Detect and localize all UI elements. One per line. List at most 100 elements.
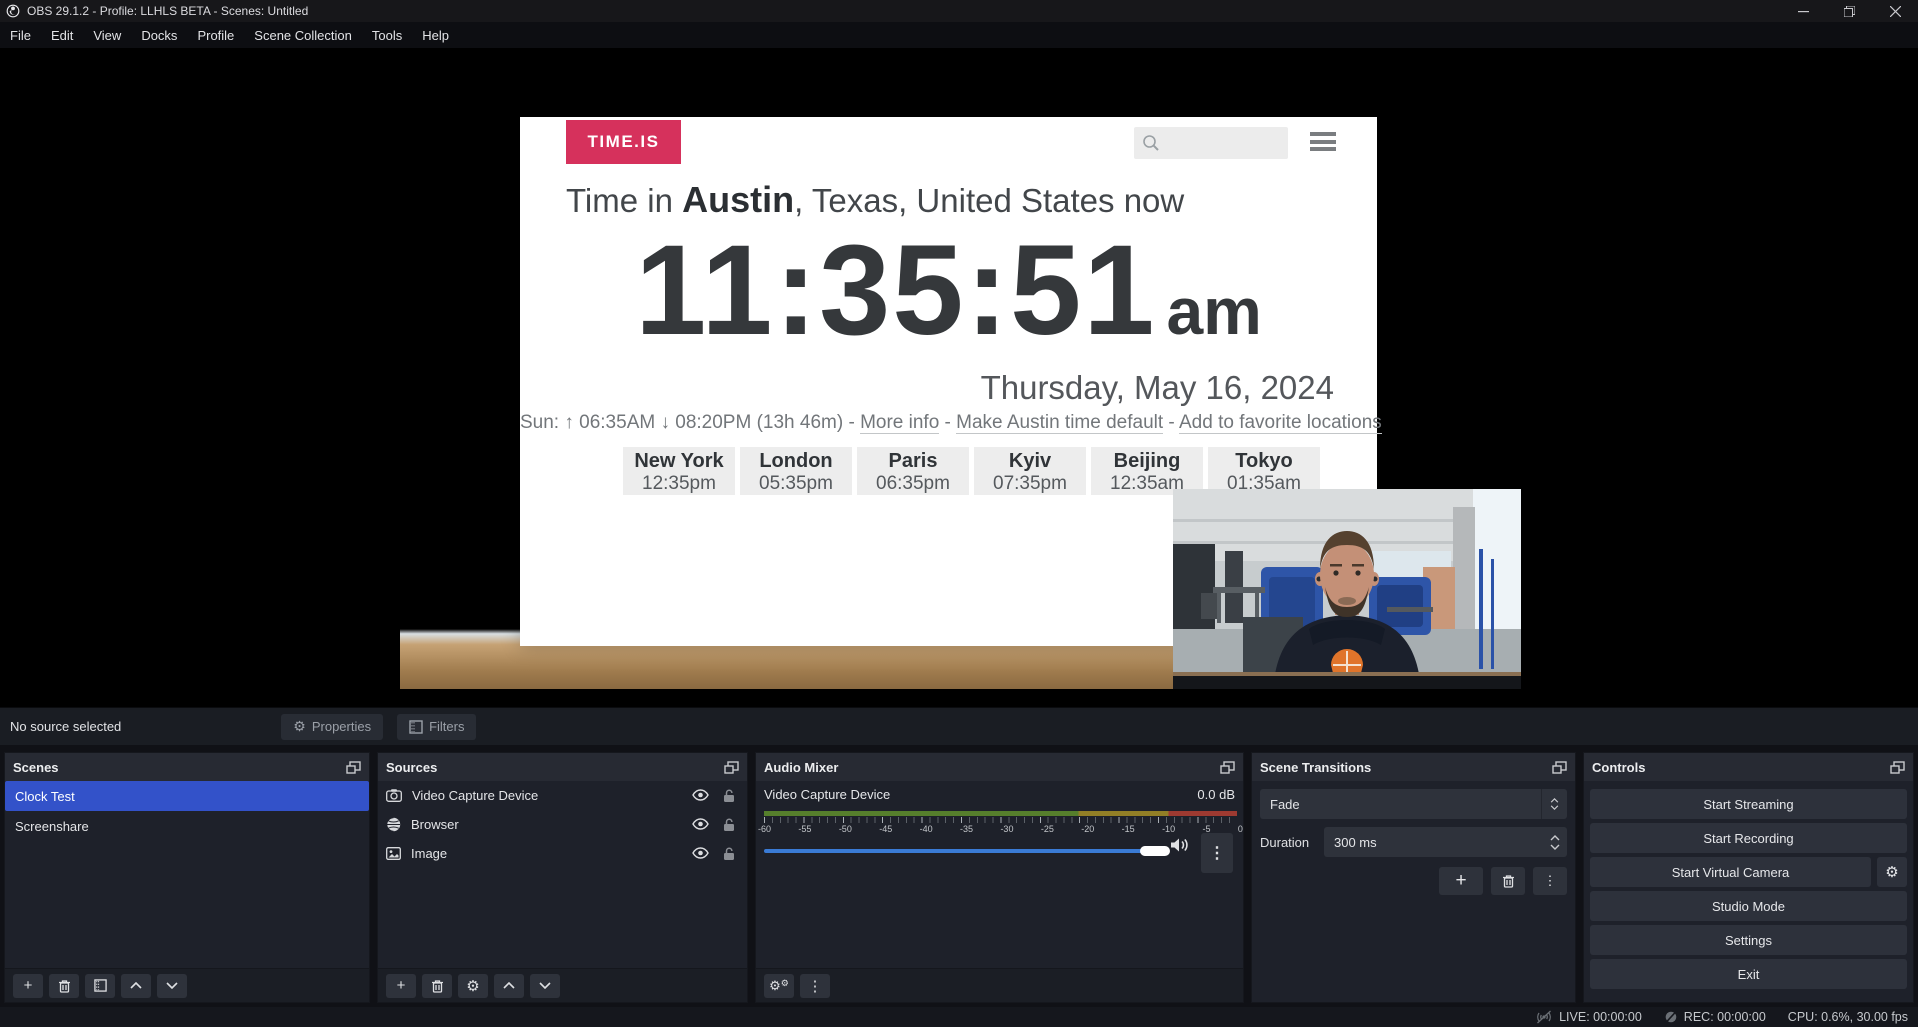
gear-icon: ⚙ (293, 718, 306, 735)
source-item-image[interactable]: Image (378, 839, 747, 868)
menu-file[interactable]: File (0, 24, 41, 47)
lock-icon[interactable] (723, 847, 735, 861)
chevron-down-icon (166, 982, 178, 989)
volume-meter (764, 811, 1237, 816)
popout-icon[interactable] (1220, 761, 1235, 774)
properties-button[interactable]: ⚙ Properties (281, 714, 383, 740)
studio-mode-button[interactable]: Studio Mode (1590, 891, 1907, 921)
move-source-up-button[interactable] (494, 974, 524, 998)
advanced-audio-button[interactable]: ⚙⚙ (764, 974, 794, 998)
tick-label: -55 (798, 824, 811, 834)
obs-logo-icon (6, 4, 20, 18)
virtual-camera-config-button[interactable]: ⚙ (1877, 857, 1907, 887)
close-button[interactable] (1872, 0, 1918, 22)
chevron-up-icon (503, 982, 515, 989)
visibility-icon[interactable] (692, 818, 709, 830)
menu-edit[interactable]: Edit (41, 24, 83, 47)
city-card-paris: Paris 06:35pm (857, 447, 969, 495)
start-virtual-camera-button[interactable]: Start Virtual Camera (1590, 857, 1871, 887)
popout-icon[interactable] (346, 761, 361, 774)
speaker-icon[interactable] (1170, 837, 1190, 853)
visibility-icon[interactable] (692, 847, 709, 859)
source-item-video-capture[interactable]: Video Capture Device (378, 781, 747, 810)
lock-icon[interactable] (723, 818, 735, 832)
sources-panel: Sources Video Capture Device (377, 752, 748, 1003)
move-source-down-button[interactable] (530, 974, 560, 998)
settings-button[interactable]: Settings (1590, 925, 1907, 955)
menu-tools[interactable]: Tools (362, 24, 412, 47)
program-canvas[interactable]: TIME.IS Time in Austin, Texas, United St… (400, 55, 1521, 689)
add-source-button[interactable]: + (386, 974, 416, 998)
duration-row: Duration 300 ms (1260, 827, 1567, 857)
popout-icon[interactable] (1552, 761, 1567, 774)
add-transition-button[interactable]: + (1439, 867, 1483, 895)
transition-select[interactable]: Fade (1260, 789, 1567, 819)
city-name: Beijing (1091, 450, 1203, 473)
remove-source-button[interactable] (422, 974, 452, 998)
transition-options-button[interactable]: ⋮ (1533, 867, 1567, 895)
source-item-browser[interactable]: Browser (378, 810, 747, 839)
stream-inactive-icon (1535, 1010, 1553, 1024)
city-times-row: New York 12:35pm London 05:35pm Paris 06… (623, 447, 1320, 495)
chevron-up-icon (1550, 835, 1560, 841)
popout-icon[interactable] (724, 761, 739, 774)
restore-button[interactable] (1826, 0, 1872, 22)
scene-filters-button[interactable] (85, 974, 115, 998)
mixer-menu-button[interactable]: ⋮ (800, 974, 830, 998)
scenes-panel: Scenes Clock Test Screenshare + (4, 752, 370, 1003)
status-bar: LIVE: 00:00:00 REC: 00:00:00 CPU: 0.6%, … (0, 1007, 1918, 1027)
city-card-kyiv: Kyiv 07:35pm (974, 447, 1086, 495)
tick-label: -30 (1000, 824, 1013, 834)
tick-label: -50 (839, 824, 852, 834)
sources-title: Sources (386, 760, 437, 775)
minimize-button[interactable] (1780, 0, 1826, 22)
move-scene-up-button[interactable] (121, 974, 151, 998)
menu-scene-collection[interactable]: Scene Collection (244, 24, 362, 47)
combo-arrows (1541, 789, 1567, 819)
tick-label: -20 (1081, 824, 1094, 834)
separator: - (939, 412, 956, 433)
visibility-icon[interactable] (692, 789, 709, 801)
exit-button[interactable]: Exit (1590, 959, 1907, 989)
remove-transition-button[interactable] (1491, 867, 1525, 895)
chevron-down-icon (1550, 805, 1559, 810)
scene-item-screenshare[interactable]: Screenshare (5, 811, 369, 841)
clock-meridiem: am (1166, 273, 1261, 349)
scene-item-clock-test[interactable]: Clock Test (5, 781, 369, 811)
menu-view[interactable]: View (83, 24, 131, 47)
popout-icon[interactable] (1890, 761, 1905, 774)
city-time: 05:35pm (740, 473, 852, 495)
filters-button[interactable]: Filters (397, 714, 476, 740)
city-time: 06:35pm (857, 473, 969, 495)
spin-arrows[interactable] (1543, 835, 1567, 850)
more-info-link: More info (860, 412, 939, 434)
dock-area: Scenes Clock Test Screenshare + (0, 745, 1918, 1007)
move-scene-down-button[interactable] (157, 974, 187, 998)
heading-prefix: Time in (566, 182, 682, 219)
start-streaming-button[interactable]: Start Streaming (1590, 789, 1907, 819)
separator: - (843, 412, 860, 433)
cpu-fps-stats: CPU: 0.6%, 30.00 fps (1788, 1010, 1908, 1024)
chevron-up-icon (130, 982, 142, 989)
source-label: Video Capture Device (412, 788, 682, 803)
menu-help[interactable]: Help (412, 24, 459, 47)
add-scene-button[interactable]: + (13, 974, 43, 998)
menu-docks[interactable]: Docks (131, 24, 187, 47)
menu-profile[interactable]: Profile (187, 24, 244, 47)
record-inactive-icon (1664, 1010, 1678, 1024)
remove-scene-button[interactable] (49, 974, 79, 998)
live-timer: LIVE: 00:00:00 (1559, 1010, 1642, 1024)
filters-icon (94, 979, 107, 992)
duration-input[interactable]: 300 ms (1324, 827, 1567, 857)
restore-icon (1844, 6, 1855, 17)
volume-slider[interactable] (764, 843, 1156, 859)
source-properties-button[interactable]: ⚙ (458, 974, 488, 998)
transitions-header: Scene Transitions (1252, 753, 1575, 781)
filters-icon (409, 720, 423, 734)
scenes-title: Scenes (13, 760, 59, 775)
city-name: Tokyo (1208, 450, 1320, 473)
mixer-options-button[interactable]: ⋮ (1201, 833, 1233, 873)
start-recording-button[interactable]: Start Recording (1590, 823, 1907, 853)
slider-handle[interactable] (1140, 846, 1170, 856)
lock-icon[interactable] (723, 789, 735, 803)
